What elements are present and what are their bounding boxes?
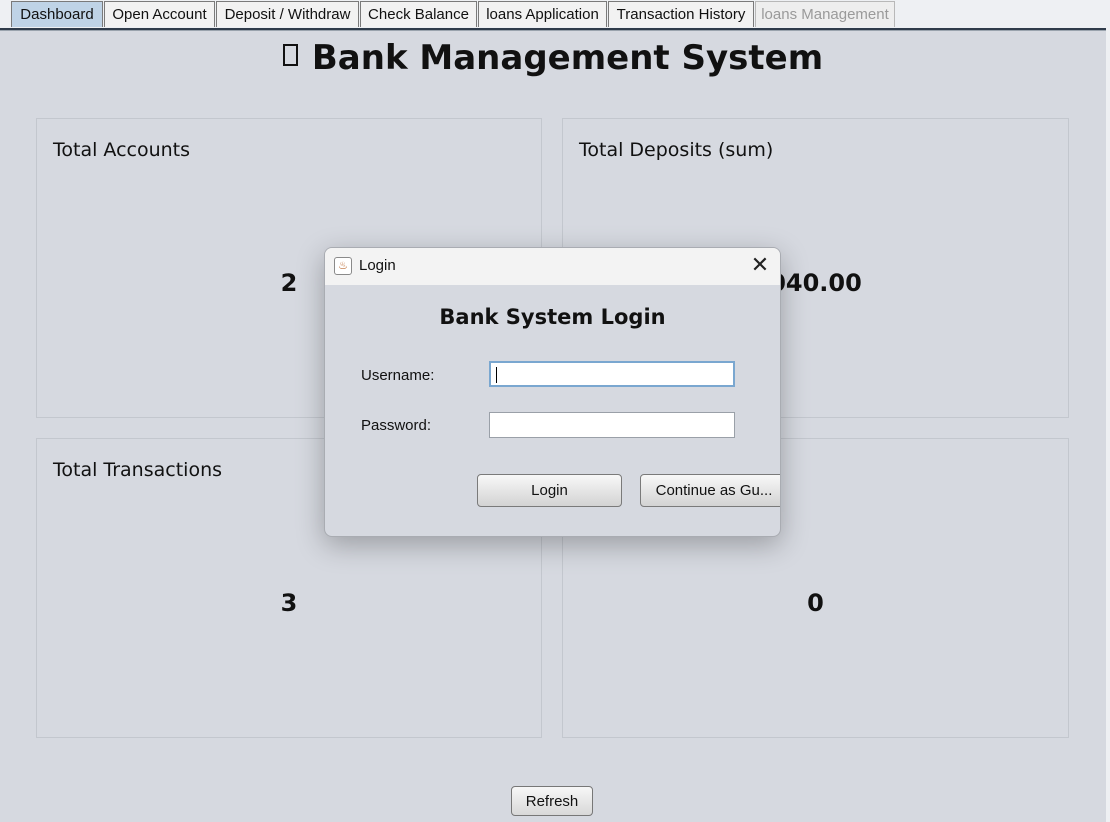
page-title: Bank Management System [0, 38, 1106, 78]
refresh-button[interactable]: Refresh [511, 786, 593, 816]
text-caret [496, 367, 497, 383]
page-title-text: Bank Management System [311, 38, 824, 78]
tab-dashboard[interactable]: Dashboard [11, 1, 103, 27]
username-field[interactable] [489, 361, 735, 387]
card-value: 3 [280, 589, 298, 617]
password-field[interactable] [489, 412, 735, 438]
missing-glyph-icon [282, 44, 298, 66]
card-label: Total Accounts [53, 139, 191, 161]
tab-deposit-withdraw[interactable]: Deposit / Withdraw [216, 1, 359, 27]
username-label: Username: [361, 367, 435, 384]
login-button[interactable]: Login [477, 474, 622, 507]
login-heading: Bank System Login [439, 305, 666, 329]
card-label: Total Transactions [53, 459, 223, 481]
card-label: Total Deposits (sum) [579, 139, 774, 161]
tab-transaction-history[interactable]: Transaction History [608, 1, 754, 27]
window-edge [1106, 0, 1110, 822]
tab-loans-management: loans Management [755, 1, 895, 27]
password-label: Password: [361, 417, 432, 434]
login-dialog: ♨ Login ✕ Bank System Login Username: Pa… [324, 247, 781, 537]
tab-open-account[interactable]: Open Account [104, 1, 215, 27]
tab-bar: Dashboard Open Account Deposit / Withdra… [0, 0, 1106, 28]
tab-check-balance[interactable]: Check Balance [360, 1, 477, 27]
card-value: 0 [807, 589, 824, 617]
dialog-titlebar[interactable]: ♨ Login ✕ [325, 248, 780, 285]
continue-as-guest-button[interactable]: Continue as Gu... [640, 474, 780, 507]
java-app-icon: ♨ [334, 257, 352, 275]
close-icon[interactable]: ✕ [747, 253, 773, 279]
dialog-title: Login [359, 257, 396, 274]
tab-loans-application[interactable]: loans Application [478, 1, 607, 27]
tab-divider-shadow [0, 30, 1106, 31]
